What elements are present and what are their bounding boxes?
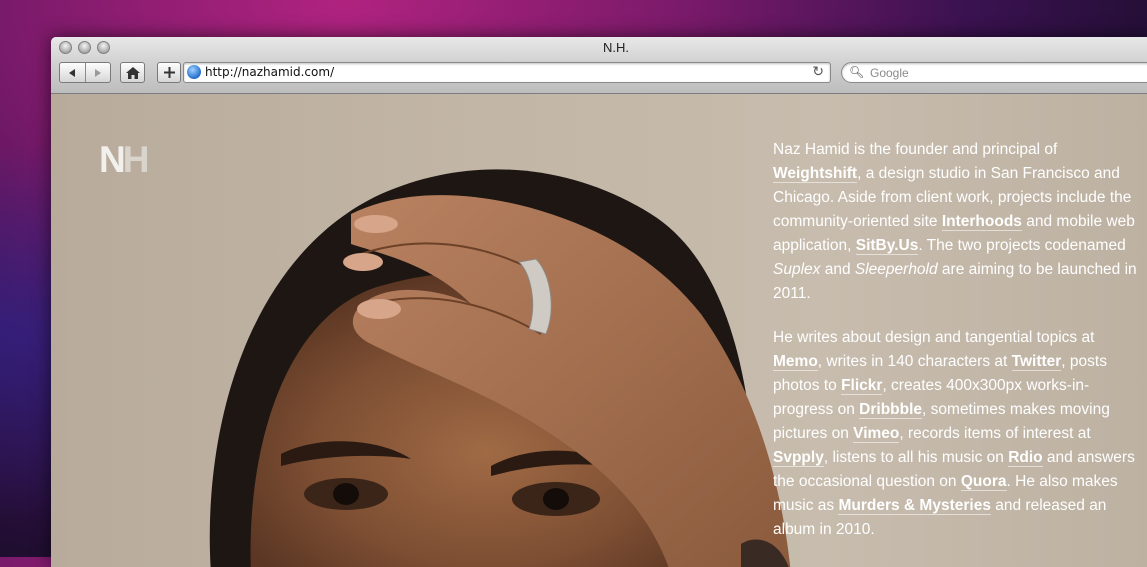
window-title: N.H.: [603, 40, 629, 55]
bio-paragraph-2: He writes about design and tangential to…: [773, 326, 1141, 542]
search-icon[interactable]: 🔍︎: [849, 65, 864, 79]
bio-paragraph-1: Naz Hamid is the founder and principal o…: [773, 138, 1141, 306]
back-arrow-icon: [69, 68, 76, 77]
weightshift-link[interactable]: Weightshift: [773, 165, 858, 183]
bio-text-segment: Naz Hamid is the founder and principal o…: [773, 141, 1058, 158]
bio-text-segment: , writes in 140 characters at: [817, 353, 1012, 370]
globe-icon: [187, 65, 201, 79]
rdio-link[interactable]: Rdio: [1008, 449, 1043, 467]
search-placeholder: Google: [870, 66, 909, 80]
title-bar: N.H. http://nazhamid.com/ ↻ 🔍︎ Google: [51, 37, 1147, 94]
twitter-link[interactable]: Twitter: [1011, 353, 1062, 371]
interhoods-link[interactable]: Interhoods: [941, 213, 1022, 231]
bio-text-segment: , listens to all his music on: [823, 449, 1009, 466]
bio-text-segment: He writes about design and tangential to…: [773, 329, 1095, 346]
add-bookmark-button[interactable]: [157, 62, 181, 83]
search-field[interactable]: 🔍︎ Google: [841, 62, 1147, 83]
dribbble-link[interactable]: Dribbble: [859, 401, 923, 419]
site-logo[interactable]: NH: [99, 139, 150, 180]
bio-text-segment: and: [820, 261, 855, 278]
forward-arrow-icon: [94, 68, 101, 77]
url-text[interactable]: http://nazhamid.com/: [205, 65, 334, 79]
address-bar[interactable]: http://nazhamid.com/ ↻: [183, 62, 831, 83]
memo-link[interactable]: Memo: [773, 353, 818, 371]
sleeperhold-text: Sleeperhold: [854, 261, 938, 278]
quora-link[interactable]: Quora: [960, 473, 1007, 491]
bio-text-segment: . The two projects codenamed: [918, 237, 1126, 254]
bio-text: Naz Hamid is the founder and principal o…: [773, 138, 1141, 562]
back-forward-group: [59, 62, 111, 83]
forward-button[interactable]: [84, 63, 111, 82]
back-button[interactable]: [60, 63, 85, 82]
logo-n: N: [99, 139, 126, 180]
reload-icon[interactable]: ↻: [812, 63, 824, 80]
plus-icon: [163, 67, 175, 78]
svpply-link[interactable]: Svpply: [773, 449, 824, 467]
logo-h: H: [122, 139, 150, 180]
web-page: NH Naz Hamid is the founder and principa…: [51, 94, 1147, 567]
murders-mysteries-link[interactable]: Murders & Mysteries: [838, 497, 991, 515]
suplex-text: Suplex: [773, 261, 821, 278]
sitbyus-link[interactable]: SitBy.Us: [855, 237, 919, 255]
home-button[interactable]: [120, 62, 145, 83]
browser-window: N.H. http://nazhamid.com/ ↻ 🔍︎ Google NH…: [51, 37, 1147, 567]
flickr-link[interactable]: Flickr: [841, 377, 883, 395]
home-icon: [125, 66, 140, 79]
vimeo-link[interactable]: Vimeo: [853, 425, 900, 443]
bio-text-segment: , records items of interest at: [899, 425, 1091, 442]
